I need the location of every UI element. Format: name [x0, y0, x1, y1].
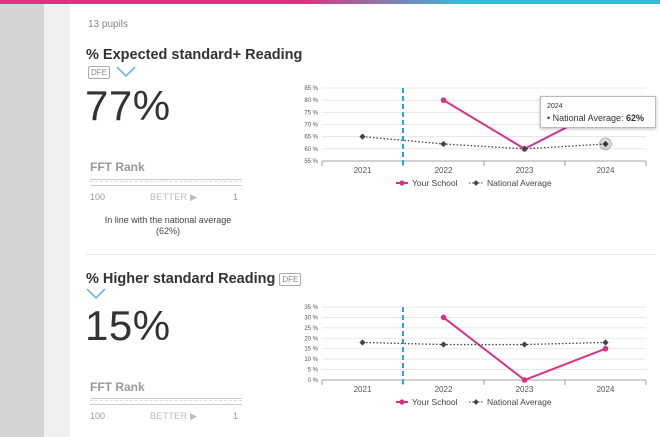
- national-average-point: [521, 341, 528, 348]
- tooltip-text: • National Average: 62%: [547, 113, 644, 123]
- y-tick-label: 10 %: [304, 357, 318, 363]
- fft-rank-low: 100: [90, 192, 106, 202]
- national-average-point: [602, 339, 609, 346]
- hover-highlight-ring: [599, 137, 612, 151]
- chevron-down-icon[interactable]: [86, 288, 106, 300]
- section-title-expected-reading: % Expected standard+ Reading: [86, 47, 303, 63]
- national-average-line: [362, 136, 606, 150]
- dfe-badge: DFE: [279, 272, 302, 286]
- y-tick-label: 75 %: [304, 110, 318, 116]
- expected-percentage: 77%: [85, 82, 171, 129]
- chevron-down-icon[interactable]: [116, 66, 136, 78]
- national-average-line: [362, 341, 606, 346]
- legend-your-school-marker: [399, 180, 405, 186]
- your-school-point: [440, 97, 447, 103]
- legend-national-marker: [473, 399, 479, 405]
- x-tick-label: 2022: [435, 385, 453, 394]
- section-title-text: % Higher standard Reading: [86, 271, 276, 287]
- fft-rank-better: BETTER ▶: [150, 411, 198, 421]
- y-tick-label: 65 %: [304, 135, 318, 141]
- y-tick-label: 30 %: [304, 315, 318, 321]
- legend-your-school-label: Your School: [412, 178, 458, 188]
- y-tick-label: 35 %: [304, 305, 318, 311]
- note-line-1: In line with the national average: [104, 215, 232, 225]
- legend-national-label: National Average: [487, 397, 552, 407]
- y-tick-label: 5 %: [308, 368, 319, 374]
- left-sidebar-gutter: [0, 0, 44, 437]
- fft-rank-bar: [90, 398, 242, 405]
- x-tick-label: 2022: [435, 166, 453, 175]
- top-accent-bar: [0, 0, 660, 4]
- tooltip-label: • National Average:: [547, 113, 627, 123]
- y-tick-label: 85 %: [304, 86, 318, 92]
- pupil-count: 13 pupils: [88, 19, 129, 30]
- y-tick-label: 60 %: [304, 147, 318, 153]
- y-tick-label: 25 %: [304, 326, 318, 332]
- fft-rank-better: BETTER ▶: [150, 192, 198, 202]
- fft-rank-title: FFT Rank: [90, 380, 145, 394]
- y-tick-label: 80 %: [304, 98, 318, 104]
- x-tick-label: 2024: [597, 166, 615, 175]
- y-tick-label: 15 %: [304, 347, 318, 353]
- dfe-badge: DFE: [88, 66, 110, 79]
- x-tick-label: 2021: [354, 166, 372, 175]
- national-average-point: [440, 140, 447, 148]
- x-tick-label: 2023: [516, 166, 534, 175]
- fft-rank-low: 100: [90, 411, 106, 421]
- x-tick-label: 2024: [597, 385, 615, 394]
- national-average-note: In line with the national average (62%): [68, 215, 268, 237]
- your-school-point: [440, 314, 447, 321]
- chart-tooltip: 2024 • National Average: 62%: [540, 96, 656, 128]
- x-tick-label: 2021: [354, 385, 372, 394]
- higher-reading-chart[interactable]: 35 % 30 % 25 % 20 % 15 % 10 % 5 % 0 % 2021 2022 20…: [296, 304, 656, 414]
- fft-rank-high: 1: [232, 192, 238, 202]
- fft-rank-high: 1: [232, 411, 238, 421]
- y-tick-label: 20 %: [304, 336, 318, 342]
- national-average-point: [359, 133, 366, 140]
- section-divider: [86, 254, 656, 255]
- legend-national-label: National Average: [487, 178, 552, 188]
- your-school-point: [521, 377, 528, 383]
- legend-national-marker: [473, 180, 479, 186]
- y-tick-label: 70 %: [304, 123, 318, 129]
- tooltip-value: 62%: [626, 113, 645, 123]
- section-title-higher-reading: % Higher standard Reading DFE: [86, 271, 302, 287]
- note-line-2: (62%): [155, 226, 180, 236]
- x-tick-label: 2023: [516, 385, 534, 394]
- legend-your-school-marker: [399, 399, 405, 405]
- y-tick-label: 55 %: [304, 159, 318, 165]
- fft-rank-title: FFT Rank: [90, 160, 145, 174]
- higher-percentage: 15%: [85, 302, 171, 349]
- legend-your-school-label: Your School: [412, 397, 458, 407]
- national-average-point: [359, 339, 366, 346]
- national-average-point: [440, 341, 447, 348]
- left-panel-shade: [44, 0, 70, 437]
- y-tick-label: 0 %: [308, 378, 319, 384]
- tooltip-year: 2024: [547, 103, 563, 110]
- your-school-point: [602, 345, 609, 352]
- fft-rank-bar: [90, 179, 242, 186]
